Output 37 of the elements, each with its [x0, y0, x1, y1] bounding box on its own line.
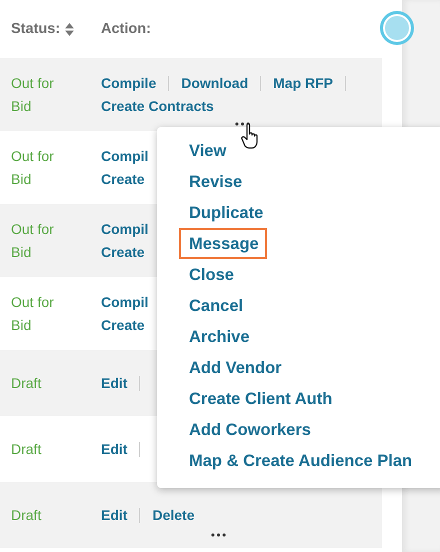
- menu-item[interactable]: View: [179, 135, 234, 166]
- action-link[interactable]: Download: [181, 72, 248, 94]
- status-text: Out for Bid: [11, 74, 55, 116]
- action-link[interactable]: Map RFP: [273, 72, 334, 94]
- column-header: Action:: [101, 21, 151, 37]
- menu-item[interactable]: Message: [179, 228, 267, 259]
- more-icon[interactable]: [211, 532, 226, 536]
- action-link[interactable]: Edit: [101, 438, 128, 460]
- menu-item[interactable]: Map & Create Audience Plan: [179, 445, 420, 476]
- action-link[interactable]: Create: [101, 168, 145, 190]
- menu-item[interactable]: Close: [179, 259, 242, 290]
- status-text: Out for Bid: [11, 292, 55, 334]
- status-text: Draft: [11, 506, 42, 524]
- action-link[interactable]: Compile: [101, 72, 156, 94]
- action-link[interactable]: Compil: [101, 144, 148, 168]
- menu-item[interactable]: Create Client Auth: [179, 383, 340, 414]
- action-link[interactable]: Delete: [152, 504, 194, 526]
- action-link[interactable]: Create: [101, 314, 145, 336]
- status-text: Draft: [11, 374, 42, 392]
- menu-item[interactable]: Cancel: [179, 290, 252, 321]
- action-link[interactable]: Edit: [101, 372, 128, 394]
- column-header[interactable]: Status:: [11, 21, 60, 37]
- menu-item[interactable]: Archive: [179, 321, 258, 352]
- status-text: Draft: [11, 440, 42, 458]
- menu-item[interactable]: Revise: [179, 166, 250, 197]
- action-link[interactable]: Create: [101, 240, 145, 264]
- status-text: Out for Bid: [11, 220, 55, 262]
- menu-item[interactable]: Add Vendor: [179, 352, 290, 383]
- status-text: Out for Bid: [11, 146, 55, 188]
- menu-item[interactable]: Add Coworkers: [179, 414, 319, 445]
- action-link[interactable]: Compil: [101, 290, 148, 314]
- action-link[interactable]: Edit: [101, 504, 128, 526]
- status-circle-icon: [380, 11, 414, 45]
- sort-icon[interactable]: [65, 22, 74, 36]
- action-link[interactable]: Create Contracts: [101, 94, 214, 118]
- action-link[interactable]: Compil: [101, 218, 148, 240]
- menu-item[interactable]: Duplicate: [179, 197, 272, 228]
